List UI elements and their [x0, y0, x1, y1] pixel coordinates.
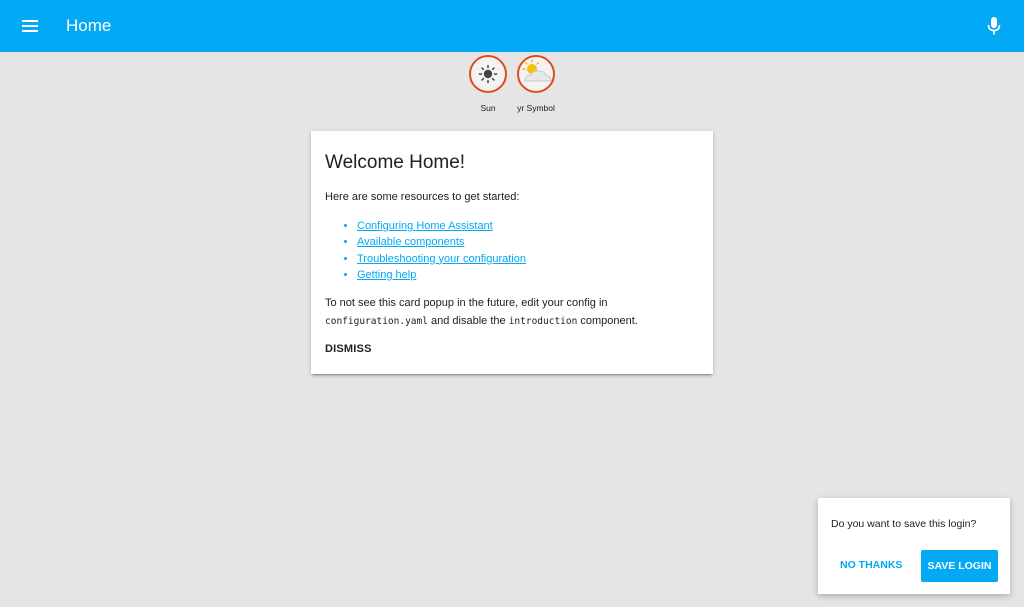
dismiss-button[interactable]: DISMISS	[325, 343, 372, 355]
badge-circle	[469, 55, 507, 93]
app-toolbar: Home	[0, 0, 1024, 52]
badge-label: Sun	[480, 103, 496, 113]
save-login-button[interactable]: SAVE LOGIN	[921, 550, 998, 582]
card-title: Welcome Home!	[325, 152, 466, 173]
menu-button[interactable]	[16, 14, 44, 38]
save-login-dialog: Do you want to save this login? NO THANK…	[818, 498, 1010, 594]
component-name: introduction	[508, 316, 578, 327]
microphone-icon	[987, 17, 1001, 35]
partly-cloudy-icon	[522, 59, 552, 82]
badge-yr-symbol[interactable]: yr Symbol	[516, 55, 556, 113]
menu-icon	[22, 20, 38, 32]
resource-links-list: Configuring Home Assistant Available com…	[325, 218, 526, 283]
save-login-question: Do you want to save this login?	[831, 518, 977, 530]
badge-row: Sun yr Symbol	[0, 55, 1024, 113]
config-filename: configuration.yaml	[325, 316, 428, 327]
note-text: To not see this card popup in the future…	[325, 297, 608, 309]
app-root: Home Sun yr Symbol Welcome Home! Here ar…	[0, 0, 1024, 607]
card-note: To not see this card popup in the future…	[325, 294, 695, 331]
list-item: Troubleshooting your configuration	[357, 251, 526, 267]
list-item: Getting help	[357, 267, 526, 283]
welcome-card: Welcome Home! Here are some resources to…	[311, 131, 713, 374]
badge-sun[interactable]: Sun	[468, 55, 508, 113]
link-troubleshooting-configuration[interactable]: Troubleshooting your configuration	[357, 253, 526, 265]
badge-circle	[517, 55, 555, 93]
note-text: and disable the	[427, 315, 509, 327]
page-title: Home	[66, 16, 112, 35]
badge-label: yr Symbol	[517, 103, 555, 113]
link-available-components[interactable]: Available components	[357, 236, 464, 248]
note-text: component.	[577, 315, 638, 327]
no-thanks-button[interactable]: NO THANKS	[840, 559, 902, 571]
voice-command-button[interactable]	[982, 14, 1006, 38]
card-intro-text: Here are some resources to get started:	[325, 191, 520, 203]
link-getting-help[interactable]: Getting help	[357, 269, 416, 281]
link-configuring-home-assistant[interactable]: Configuring Home Assistant	[357, 220, 493, 232]
list-item: Available components	[357, 234, 526, 250]
list-item: Configuring Home Assistant	[357, 218, 526, 234]
sun-icon	[478, 64, 498, 84]
